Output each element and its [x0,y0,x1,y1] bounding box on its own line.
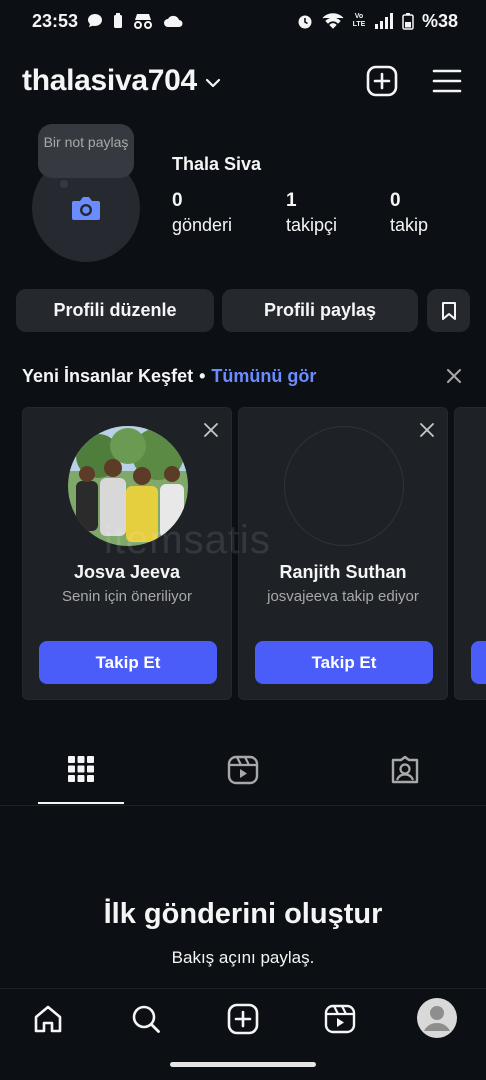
stat-value: 1 [286,190,297,211]
discover-title: Yeni İnsanlar Keşfet [22,365,194,386]
home-indicator[interactable] [170,1062,316,1067]
separator-bullet: • [199,365,206,386]
suggestion-name[interactable]: Josva Jeeva [23,562,231,583]
battery-saver-icon [114,13,123,28]
dismiss-icon[interactable] [203,422,219,438]
battery-icon [402,13,414,30]
username-switcher[interactable]: thalasiva704 [22,64,197,98]
suggestion-reason: Senin için öneriliyor [61,588,193,605]
cloud-icon [164,15,183,27]
camera-icon [72,197,100,220]
edit-profile-button[interactable]: Profili düzenle [16,289,214,332]
see-all-link[interactable]: Tümünü gör [211,366,316,387]
watermark: itemsatis [104,518,271,562]
suggestion-card-partial[interactable] [454,407,486,700]
profile-avatar[interactable] [416,997,458,1039]
follow-button[interactable]: Takip Et [255,641,433,684]
empty-state-title: İlk gönderini oluştur [103,898,383,930]
search-icon[interactable] [130,1003,162,1035]
signal-icon [374,13,393,29]
status-bar: 23:53 Vo LTE %38 [0,0,486,42]
profile-header: thalasiva704 [22,58,462,104]
stat-posts[interactable]: 0 gönderi [172,190,232,238]
empty-state-subtitle: Bakış açını paylaş. [171,948,315,967]
volte-indicator: Vo LTE [352,13,366,28]
share-profile-button[interactable]: Profili paylaş [222,289,418,332]
note-bubble[interactable]: Bir not paylaş [38,124,134,178]
dismiss-icon[interactable] [419,422,435,438]
suggestion-avatar[interactable] [284,426,404,546]
content-tabs [0,748,486,806]
bookmark-icon [441,301,456,320]
alarm-icon [298,15,312,29]
grid-icon[interactable] [66,754,96,784]
follow-button[interactable]: Takip Et [39,641,217,684]
reels-icon[interactable] [324,1003,356,1035]
full-name: Thala Siva [172,154,262,174]
create-icon[interactable] [227,1003,259,1035]
home-icon[interactable] [32,1003,64,1035]
incognito-icon [134,14,153,29]
suggestion-name[interactable]: Ranjith Suthan [239,562,447,583]
stat-label: takipçi [286,215,338,235]
tagged-icon[interactable] [389,754,421,786]
chevron-down-icon[interactable] [205,77,221,89]
chat-notification-icon [88,14,103,27]
stat-label: takip [390,215,429,235]
stat-value: 0 [172,190,183,211]
close-icon[interactable] [446,368,462,384]
menu-icon[interactable] [432,68,462,94]
discover-people-header: Yeni İnsanlar Keşfet • Tümünü gör [22,364,462,388]
follow-button[interactable] [471,641,486,684]
battery-percent: %38 [421,10,458,31]
stat-value: 0 [390,190,401,211]
stat-label: gönderi [172,215,233,235]
active-tab-indicator [38,802,124,804]
reels-icon[interactable] [227,754,259,786]
note-bubble-tail [60,180,68,188]
stat-following[interactable]: 0 takip [390,190,428,238]
suggestion-reason: josvajeeva takip ediyor [267,588,419,605]
saved-button[interactable] [427,289,470,332]
add-icon[interactable] [366,65,398,97]
wifi-icon [322,13,344,29]
status-time: 23:53 [32,10,79,31]
stat-followers[interactable]: 1 takipçi [286,190,337,238]
